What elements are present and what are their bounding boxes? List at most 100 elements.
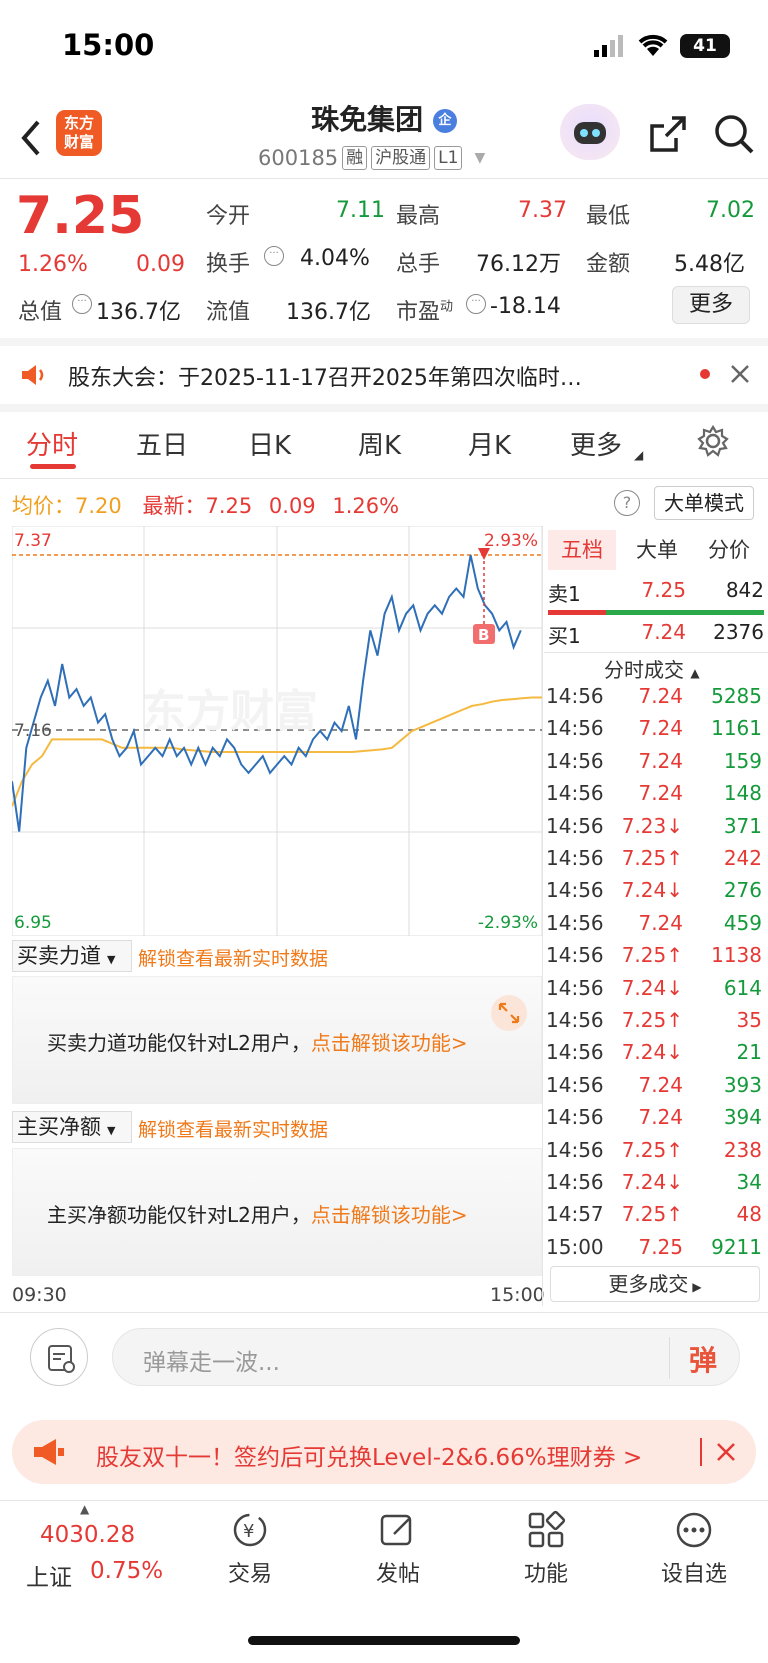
share-icon[interactable]: [646, 112, 690, 156]
help-icon[interactable]: ?: [614, 490, 640, 516]
trade-volume: 1138: [711, 943, 762, 968]
index-widget[interactable]: ▲ 4030.28 上证 0.75%: [24, 1502, 174, 1591]
trade-volume: 9211: [711, 1234, 762, 1259]
panel2-dropdown[interactable]: 主买净额 ▼: [12, 1111, 132, 1143]
trade-price: 7.25↑: [621, 1202, 683, 1227]
danmu-input[interactable]: 弹幕走一波... 弹: [112, 1328, 740, 1386]
trade-time: 14:56: [546, 781, 604, 806]
tab-five-levels[interactable]: 五档: [548, 530, 616, 570]
caret-right-icon: ▶: [692, 1280, 702, 1294]
more-trades-button[interactable]: 更多成交 ▶: [550, 1266, 760, 1302]
trade-price: 7.24: [638, 1105, 683, 1130]
trade-row: 14:56 7.24 148: [546, 781, 762, 813]
trade-time: 14:56: [546, 1040, 604, 1065]
intraday-chart[interactable]: 东方财富 B 7.37 7.16 6.95 2.93% -2.93%: [12, 526, 542, 936]
volume-value: 76.12万: [476, 252, 561, 277]
trade-time: 14:56: [546, 1008, 604, 1032]
tab-daily-k[interactable]: 日K: [248, 425, 291, 462]
trade-time: 14:56: [546, 910, 604, 935]
buy-row: 买1 7.24 2376: [548, 620, 764, 649]
promo-banner[interactable]: 股友双十一！签约后可兑换Level-2&6.66%理财券 >: [12, 1420, 756, 1484]
megaphone-icon: [30, 1436, 66, 1468]
more-button[interactable]: 更多: [672, 286, 750, 324]
info-icon[interactable]: ···: [466, 294, 486, 314]
latest-change: 0.09: [268, 494, 316, 518]
trade-price: 7.24: [638, 716, 683, 741]
float-value: 136.7亿: [286, 300, 371, 325]
buy-marker-label: B: [478, 626, 489, 644]
panel2-unlock-link[interactable]: 解锁查看最新实时数据: [138, 1115, 328, 1142]
latest-label: 最新：: [142, 494, 206, 518]
search-icon[interactable]: [712, 112, 756, 156]
big-order-button[interactable]: 大单模式: [654, 486, 754, 520]
tag-margin: 融: [342, 146, 368, 170]
yuan-cycle-icon: ¥: [233, 1513, 267, 1547]
volume-label: 总手: [396, 252, 441, 277]
trade-price: 7.24↓: [621, 878, 683, 903]
stock-code-row: 600185 融 沪股通 L1 ▼: [258, 146, 485, 170]
panel2-unlock-button[interactable]: 点击解锁该功能>: [311, 1203, 468, 1227]
stock-name-text: 珠免集团: [311, 103, 424, 136]
trade-row: 14:56 7.25↑ 1138: [546, 943, 762, 975]
close-icon[interactable]: [728, 362, 752, 386]
notice-text[interactable]: 股东大会：于2025-11-17召开2025年第四次临时…: [68, 360, 582, 392]
trade-time: 14:56: [546, 878, 604, 903]
tag-level: L1: [434, 146, 463, 170]
tab-monthly-k[interactable]: 月K: [468, 425, 511, 462]
trade-volume: 393: [723, 1072, 762, 1097]
expand-icon[interactable]: [491, 995, 527, 1031]
trade-volume: 48: [736, 1202, 762, 1227]
panel1-message: 买卖力道功能仅针对L2用户，: [47, 1031, 311, 1055]
open-value: 7.11: [336, 198, 385, 223]
gear-icon[interactable]: [696, 424, 730, 458]
sell-row: 卖1 7.25 842: [548, 578, 764, 607]
trade-time: 14:57: [546, 1202, 604, 1227]
tab-weekly-k[interactable]: 周K: [358, 425, 401, 462]
tab-more[interactable]: 更多: [570, 425, 622, 462]
trade-volume: 21: [736, 1040, 762, 1065]
buy-label: 买1: [548, 624, 581, 648]
trade-time: 14:56: [546, 846, 604, 870]
tab-price-dist[interactable]: 分价: [694, 530, 764, 570]
nav-trade[interactable]: ¥ 交易: [220, 1510, 280, 1588]
trade-volume: 276: [723, 878, 762, 903]
trade-row: 14:56 7.25↑ 238: [546, 1138, 762, 1170]
change-pct: 1.26%: [18, 252, 88, 277]
caret-down-icon: ▼: [107, 1124, 116, 1137]
trade-time: 14:56: [546, 1137, 604, 1162]
trade-row: 14:56 7.25↑ 242: [546, 846, 762, 878]
info-icon[interactable]: ···: [264, 246, 284, 266]
nav-add-watchlist[interactable]: 设自选: [654, 1510, 734, 1588]
trades-title[interactable]: 分时成交 ▲: [604, 654, 700, 683]
panel1-unlock-button[interactable]: 点击解锁该功能>: [311, 1031, 468, 1055]
amount-label: 金额: [586, 252, 631, 277]
chevron-down-icon[interactable]: ▼: [474, 150, 485, 166]
robot-avatar-icon[interactable]: [560, 104, 620, 160]
comment-list-icon[interactable]: [30, 1328, 88, 1386]
close-icon[interactable]: [714, 1440, 738, 1464]
trade-row: 14:57 7.25↑ 48: [546, 1202, 762, 1234]
tab-five-day[interactable]: 五日: [136, 425, 188, 462]
trade-price: 7.24: [638, 781, 683, 806]
info-icon[interactable]: ···: [72, 294, 92, 314]
trade-volume: 371: [723, 813, 762, 838]
trade-volume: 242: [723, 846, 762, 870]
battery-icon: 41: [680, 34, 730, 58]
trade-time: 14:56: [546, 716, 604, 741]
nav-post-label: 发帖: [375, 1562, 420, 1587]
trade-row: 14:56 7.24↓ 276: [546, 878, 762, 910]
tab-big-order[interactable]: 大单: [626, 530, 688, 570]
trade-time: 14:56: [546, 1105, 604, 1130]
trades-title-text: 分时成交: [604, 658, 684, 682]
panel1-unlock-link[interactable]: 解锁查看最新实时数据: [138, 944, 328, 971]
trade-row: 14:56 7.24 459: [546, 911, 762, 943]
tab-intraday[interactable]: 分时: [26, 425, 78, 462]
nav-post[interactable]: 发帖: [368, 1510, 428, 1588]
caret-up-icon: ▲: [80, 1502, 90, 1516]
panel1-dropdown[interactable]: 买卖力道 ▼: [12, 940, 132, 972]
trade-time: 14:56: [546, 684, 604, 708]
trade-price: 7.24: [638, 1072, 683, 1097]
danmu-button[interactable]: 弹: [689, 1339, 717, 1379]
pe-label-sup: 动: [440, 299, 454, 315]
nav-functions[interactable]: 功能: [516, 1510, 576, 1588]
